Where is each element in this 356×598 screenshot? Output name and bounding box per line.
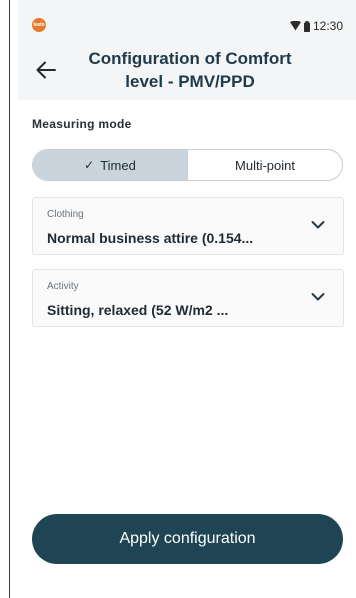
check-icon: ✓ [84,158,95,172]
mode-timed-button[interactable]: ✓ Timed [33,150,187,180]
chevron-down-icon [311,293,325,301]
brand-logo-text: testo [33,22,45,28]
wifi-icon [289,21,301,31]
activity-dropdown[interactable]: Activity Sitting, relaxed (52 W/m2 ... [32,269,344,327]
arrow-left-icon [36,61,56,79]
status-bar: testo 12:30 [18,0,356,33]
mode-multi-point-label: Multi-point [235,157,295,173]
measuring-mode-toggle: ✓ Timed Multi-point [32,149,343,181]
clothing-label: Clothing [47,209,84,220]
apply-configuration-label: Apply configuration [119,530,256,547]
chevron-down-icon [311,221,325,229]
status-time: 12:30 [312,19,343,33]
status-indicators: 12:30 [289,19,343,33]
measuring-mode-label: Measuring mode [32,117,132,131]
app-header: testo 12:30 Configuration of Comfort lev… [18,0,356,100]
activity-value: Sitting, relaxed (52 W/m2 ... [47,302,229,318]
mode-multi-point-button[interactable]: Multi-point [188,150,342,180]
apply-configuration-button[interactable]: Apply configuration [32,514,343,564]
window-border [9,0,10,598]
mode-timed-label: Timed [100,157,136,173]
activity-label: Activity [47,281,79,292]
battery-icon [303,20,310,32]
page-title: Configuration of Comfort level - PMV/PPD [88,49,292,91]
clothing-value: Normal business attire (0.154... [47,230,254,246]
clothing-dropdown[interactable]: Clothing Normal business attire (0.154..… [32,197,344,255]
testo-logo-icon: testo [32,18,46,32]
back-button[interactable] [34,58,58,82]
app-screen: testo 12:30 Configuration of Comfort lev… [18,0,356,598]
